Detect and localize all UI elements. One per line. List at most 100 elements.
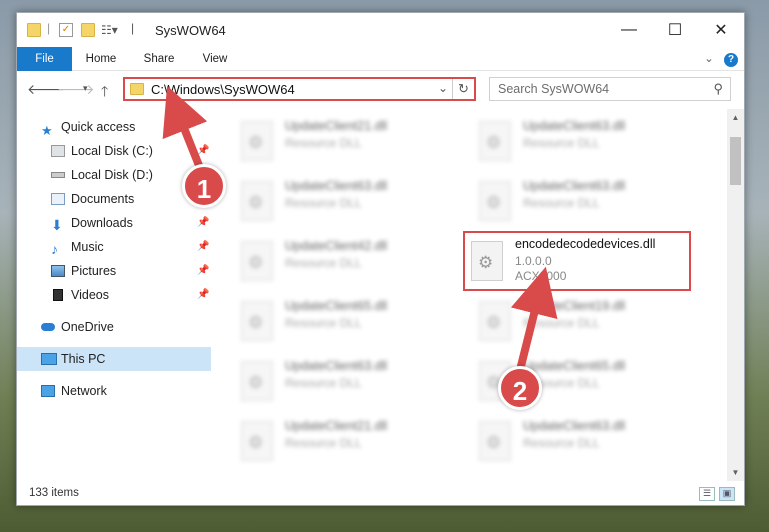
file-tile[interactable]: ⚙ UpdateClient63.dll Resource DLL bbox=[465, 113, 695, 169]
tab-home[interactable]: Home bbox=[79, 47, 123, 71]
gear-icon: ⚙ bbox=[248, 433, 264, 452]
file-tile[interactable]: ⚙ UpdateClient63.dll Resource DLL bbox=[227, 173, 457, 229]
dll-file-icon: ⚙ bbox=[471, 241, 503, 281]
search-input[interactable]: Search SysWOW64 ⚲ bbox=[489, 77, 731, 101]
scroll-thumb[interactable] bbox=[730, 137, 741, 185]
downloads-icon: ⬇ bbox=[51, 217, 63, 233]
file-tile[interactable]: ⚙ UpdateClient65.dll Resource DLL bbox=[227, 293, 457, 349]
address-bar[interactable]: C:\Windows\SysWOW64 ⌄ ↻ bbox=[123, 77, 476, 101]
explorer-window: | ✓ ☷▾ | SysWOW64 — ☐ ✕ File Home Share … bbox=[16, 12, 745, 506]
sidebar-item-videos[interactable]: Videos 📌 bbox=[17, 283, 211, 307]
address-path[interactable]: C:\Windows\SysWOW64 bbox=[151, 82, 295, 97]
dll-file-icon: ⚙ bbox=[479, 181, 511, 221]
up-arrow-icon[interactable]: 🡑 bbox=[101, 81, 108, 105]
dll-file-icon: ⚙ bbox=[241, 241, 273, 281]
pin-icon[interactable]: 📌 bbox=[197, 211, 209, 235]
file-tile[interactable]: ⚙ UpdateClient63.dll Resource DLL bbox=[465, 413, 695, 469]
close-button[interactable]: ✕ bbox=[698, 13, 744, 47]
cloud-icon bbox=[41, 323, 55, 331]
music-icon: ♪ bbox=[51, 241, 58, 257]
tab-share[interactable]: Share bbox=[137, 47, 181, 71]
details-view-icon[interactable]: ☰ bbox=[699, 487, 715, 501]
scroll-up-icon[interactable]: ▲ bbox=[727, 109, 744, 126]
folder-icon bbox=[27, 23, 41, 37]
sidebar-item-quick-access[interactable]: ★ Quick access bbox=[17, 115, 211, 139]
sidebar-item-pictures[interactable]: Pictures 📌 bbox=[17, 259, 211, 283]
expand-ribbon-icon[interactable]: ⌄ bbox=[701, 47, 717, 71]
address-dropdown-icon[interactable]: ⌄ bbox=[438, 81, 448, 95]
videos-icon bbox=[53, 289, 63, 301]
item-count: 133 items bbox=[29, 487, 79, 499]
status-bar: 133 items ☰ ▣ bbox=[17, 485, 744, 505]
window-title: SysWOW64 bbox=[155, 23, 226, 38]
address-folder-icon bbox=[130, 83, 144, 95]
pictures-icon bbox=[51, 265, 65, 277]
tab-view[interactable]: View bbox=[193, 47, 237, 71]
gear-icon: ⚙ bbox=[248, 313, 264, 332]
step-1-badge: 1 bbox=[182, 164, 226, 208]
file-tile-encodedecodedevices[interactable]: ⚙ encodedecodedevices.dll 1.0.0.0 ACX200… bbox=[463, 231, 691, 291]
file-tile[interactable]: ⚙ UpdateClient63.dll Resource DLL bbox=[465, 173, 695, 229]
dll-file-icon: ⚙ bbox=[241, 181, 273, 221]
file-tile[interactable]: ⚙ UpdateClient21.dll Resource DLL bbox=[227, 113, 457, 169]
address-row: 🡐 🡒 ▾ 🡑 C:\Windows\SysWOW64 ⌄ ↻ Search S… bbox=[17, 73, 744, 105]
navigation-pane: ★ Quick access Local Disk (C:) 📌 Local D… bbox=[17, 111, 211, 481]
vertical-scrollbar[interactable]: ▲ ▼ bbox=[727, 109, 744, 481]
pin-icon[interactable]: 📌 bbox=[197, 259, 209, 283]
title-separator-icon: | bbox=[131, 21, 135, 35]
gear-icon: ⚙ bbox=[486, 313, 502, 332]
sidebar-item-network[interactable]: Network bbox=[17, 379, 211, 403]
search-placeholder: Search SysWOW64 bbox=[498, 82, 610, 96]
drive-icon bbox=[51, 145, 65, 157]
dll-file-icon: ⚙ bbox=[479, 421, 511, 461]
scroll-down-icon[interactable]: ▼ bbox=[727, 464, 744, 481]
ribbon-tabs: File Home Share View ⌄ ? bbox=[17, 47, 744, 71]
file-list: ⚙ UpdateClient21.dll Resource DLL ⚙ Upda… bbox=[227, 109, 727, 485]
pin-icon[interactable]: 📌 bbox=[197, 235, 209, 259]
pin-icon[interactable]: 📌 bbox=[197, 139, 209, 163]
gear-icon: ⚙ bbox=[248, 373, 264, 392]
gear-icon: ⚙ bbox=[248, 133, 264, 152]
tab-file[interactable]: File bbox=[17, 47, 72, 71]
help-icon[interactable]: ? bbox=[723, 47, 739, 71]
maximize-button[interactable]: ☐ bbox=[652, 13, 698, 47]
search-icon: ⚲ bbox=[713, 81, 723, 96]
file-tile[interactable]: ⚙ UpdateClient19.dll Resource DLL bbox=[465, 293, 695, 349]
dll-file-icon: ⚙ bbox=[241, 301, 273, 341]
dll-file-icon: ⚙ bbox=[241, 121, 273, 161]
step-2-badge: 2 bbox=[498, 366, 542, 410]
recent-locations-icon[interactable]: ▾ bbox=[83, 83, 88, 94]
new-folder-icon[interactable] bbox=[81, 23, 95, 37]
gear-icon: ⚙ bbox=[486, 193, 502, 212]
sidebar-item-downloads[interactable]: ⬇ Downloads 📌 bbox=[17, 211, 211, 235]
gear-icon: ⚙ bbox=[248, 253, 264, 272]
drive-icon bbox=[51, 172, 65, 178]
sidebar-item-this-pc[interactable]: This PC bbox=[17, 347, 211, 371]
forward-arrow-icon[interactable]: 🡒 bbox=[57, 81, 95, 98]
dll-file-icon: ⚙ bbox=[479, 301, 511, 341]
gear-icon: ⚙ bbox=[478, 253, 494, 272]
gear-icon: ⚙ bbox=[486, 133, 502, 152]
sidebar-item-music[interactable]: ♪ Music 📌 bbox=[17, 235, 211, 259]
sidebar-item-local-disk-c[interactable]: Local Disk (C:) 📌 bbox=[17, 139, 211, 163]
sidebar-item-onedrive[interactable]: OneDrive bbox=[17, 315, 211, 339]
computer-icon bbox=[41, 353, 57, 365]
file-tile[interactable]: ⚙ UpdateClient21.dll Resource DLL bbox=[227, 413, 457, 469]
properties-icon[interactable]: ✓ bbox=[59, 23, 73, 37]
pin-icon[interactable]: 📌 bbox=[197, 283, 209, 307]
dll-file-icon: ⚙ bbox=[479, 121, 511, 161]
gear-icon: ⚙ bbox=[248, 193, 264, 212]
documents-icon bbox=[51, 193, 65, 205]
large-icons-view-icon[interactable]: ▣ bbox=[719, 487, 735, 501]
customize-toolbar-icon[interactable]: ☷▾ bbox=[101, 23, 118, 37]
network-icon bbox=[41, 385, 55, 397]
star-icon: ★ bbox=[41, 123, 53, 138]
minimize-button[interactable]: — bbox=[606, 13, 652, 47]
file-tile[interactable]: ⚙ UpdateClient42.dll Resource DLL bbox=[227, 233, 457, 289]
title-bar: | ✓ ☷▾ | SysWOW64 — ☐ ✕ bbox=[17, 13, 744, 47]
dll-file-icon: ⚙ bbox=[241, 421, 273, 461]
dll-file-icon: ⚙ bbox=[241, 361, 273, 401]
gear-icon: ⚙ bbox=[486, 433, 502, 452]
refresh-icon[interactable]: ↻ bbox=[452, 79, 474, 99]
file-tile[interactable]: ⚙ UpdateClient63.dll Resource DLL bbox=[227, 353, 457, 409]
